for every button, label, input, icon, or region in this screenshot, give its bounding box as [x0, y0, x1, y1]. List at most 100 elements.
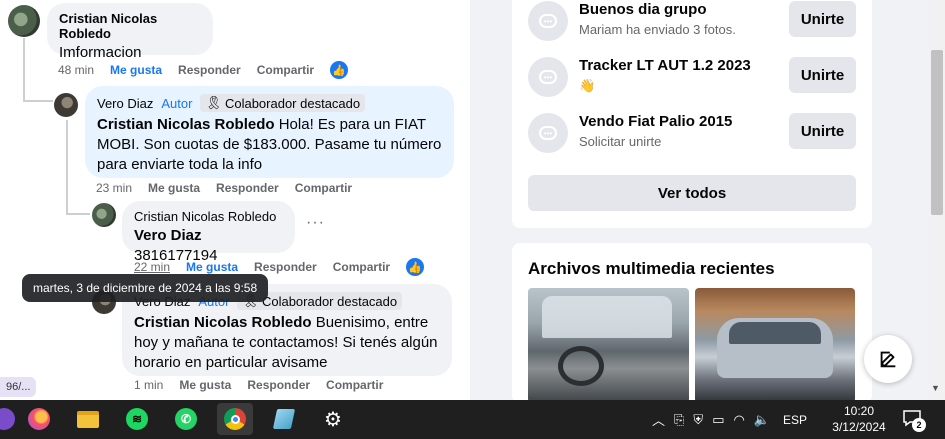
- group-item[interactable]: ••• Buenos dia grupo Mariam ha enviado 3…: [528, 1, 858, 41]
- battery-icon[interactable]: ▭: [712, 412, 724, 428]
- share-button[interactable]: Compartir: [326, 378, 383, 392]
- taskbar-chrome[interactable]: [217, 403, 253, 435]
- group-icon: •••: [528, 113, 568, 153]
- comment-header: Vero Diaz Autor 🎗 Colaborador destacado: [97, 94, 442, 112]
- comment-author[interactable]: Cristian Nicolas Robledo: [59, 11, 201, 41]
- top-contributor-label: Colaborador destacado: [261, 293, 398, 309]
- group-subtitle: Mariam ha enviado 3 fotos.: [579, 22, 736, 37]
- reply-button[interactable]: Responder: [216, 181, 279, 195]
- steering-wheel-shape: [558, 346, 604, 386]
- thread-line: [23, 38, 25, 102]
- avatar[interactable]: [8, 5, 40, 37]
- group-subtitle: 👋: [579, 78, 596, 93]
- folder-icon: [77, 410, 99, 428]
- windshield-shape: [542, 296, 672, 338]
- comment-time[interactable]: 48 min: [58, 63, 94, 77]
- award-icon: 🎗: [205, 95, 222, 110]
- comment-bubble: Cristian Nicolas Robledo Imformacion: [47, 3, 213, 61]
- clock-date: 3/12/2024: [832, 420, 886, 434]
- reply-button[interactable]: Responder: [247, 378, 310, 392]
- clock[interactable]: 10:20 3/12/2024: [826, 403, 892, 435]
- like-button[interactable]: Me gusta: [179, 378, 231, 392]
- comment-text: Imformacion: [59, 44, 142, 61]
- firefox-icon: [28, 408, 50, 430]
- recent-media-title: Archivos multimedia recientes: [528, 259, 775, 278]
- share-button[interactable]: Compartir: [295, 181, 352, 195]
- gear-icon: ⚙: [324, 408, 342, 431]
- comment-actions: 1 min Me gusta Responder Compartir: [134, 378, 383, 392]
- taskbar-notes[interactable]: [266, 403, 302, 435]
- group-item[interactable]: ••• Tracker LT AUT 1.2 2023 👋 Unirte: [528, 57, 858, 97]
- comment-bubble: Vero Diaz Autor 🎗 Colaborador destacado …: [85, 86, 454, 178]
- reply-button[interactable]: Responder: [178, 63, 241, 77]
- language-indicator[interactable]: ESP: [783, 413, 807, 427]
- avatar[interactable]: [54, 93, 78, 117]
- meet-now-icon[interactable]: ⎘: [674, 412, 684, 428]
- comment-text: Cristian Nicolas Robledo Buenisimo, entr…: [134, 313, 440, 373]
- comment-time[interactable]: 22 min: [134, 260, 170, 274]
- see-all-button[interactable]: Ver todos: [528, 175, 856, 211]
- mention-link[interactable]: Vero Diaz: [134, 227, 202, 244]
- comment-actions: 48 min Me gusta Responder Compartir 👍: [58, 61, 349, 79]
- comment-time[interactable]: 1 min: [134, 378, 163, 392]
- join-group-button[interactable]: Unirte: [789, 113, 856, 149]
- app-icon: [0, 408, 15, 430]
- taskbar-firefox[interactable]: [21, 403, 57, 435]
- taskbar-whatsapp[interactable]: ✆: [168, 403, 204, 435]
- top-contributor-label: Colaborador destacado: [224, 95, 361, 111]
- comment-bubble: Cristian Nicolas Robledo Vero Diaz 38161…: [122, 201, 295, 264]
- comment-text: Cristian Nicolas Robledo Hola! Es para u…: [97, 115, 442, 175]
- like-button[interactable]: Me gusta: [148, 181, 200, 195]
- compose-icon: [880, 351, 896, 368]
- group-name[interactable]: Buenos dia grupo: [579, 1, 707, 18]
- like-button[interactable]: Me gusta: [186, 260, 238, 274]
- notes-icon: [272, 409, 296, 429]
- spotify-icon: ≋: [126, 408, 148, 430]
- taskbar-settings[interactable]: ⚙: [315, 403, 351, 435]
- system-tray: ︿ ⎘ ⛨ ▭ ◠ 🔈 ESP: [652, 400, 807, 439]
- scrollbar-thumb[interactable]: [931, 50, 943, 215]
- join-group-button[interactable]: Unirte: [789, 57, 856, 93]
- reply-button[interactable]: Responder: [254, 260, 317, 274]
- share-button[interactable]: Compartir: [257, 63, 314, 77]
- chevron-up-icon[interactable]: ︿: [652, 410, 665, 429]
- like-button[interactable]: Me gusta: [110, 63, 162, 77]
- more-options-icon[interactable]: ···: [306, 214, 325, 232]
- author-badge: Autor: [161, 95, 193, 111]
- clock-time: 10:20: [843, 404, 875, 418]
- wifi-icon[interactable]: ◠: [733, 412, 744, 428]
- media-thumbnail[interactable]: [528, 288, 689, 403]
- comment-time[interactable]: 23 min: [96, 181, 132, 195]
- taskbar-app-partial[interactable]: [0, 403, 22, 435]
- top-contributor-badge: 🎗 Colaborador destacado: [200, 94, 366, 112]
- chrome-icon: [224, 408, 246, 430]
- group-subtitle: Solicitar unirte: [579, 134, 662, 149]
- like-reaction-icon[interactable]: 👍: [330, 61, 349, 79]
- security-icon[interactable]: ⛨: [693, 412, 703, 428]
- timestamp-tooltip: martes, 3 de diciembre de 2024 a las 9:5…: [22, 274, 269, 302]
- group-name[interactable]: Vendo Fiat Palio 2015: [579, 113, 732, 130]
- comment-author[interactable]: Vero Diaz: [97, 96, 153, 111]
- mention-link[interactable]: Cristian Nicolas Robledo: [134, 314, 312, 331]
- whatsapp-icon: ✆: [175, 408, 197, 430]
- thread-line: [66, 213, 90, 215]
- thread-line: [66, 120, 68, 215]
- comment-author[interactable]: Cristian Nicolas Robledo: [134, 209, 283, 224]
- new-message-button[interactable]: [864, 335, 912, 383]
- group-item[interactable]: ••• Vendo Fiat Palio 2015 Solicitar unir…: [528, 113, 858, 153]
- mention-link[interactable]: Cristian Nicolas Robledo: [97, 116, 275, 133]
- share-button[interactable]: Compartir: [333, 260, 390, 274]
- like-reaction-icon[interactable]: 👍: [406, 258, 425, 276]
- group-name[interactable]: Tracker LT AUT 1.2 2023: [579, 57, 751, 74]
- edge-chip[interactable]: 96/...: [0, 377, 37, 397]
- thread-line: [23, 100, 53, 102]
- group-icon: •••: [528, 57, 568, 97]
- volume-icon[interactable]: 🔈: [754, 412, 770, 428]
- taskbar-file-explorer[interactable]: [70, 403, 106, 435]
- group-icon: •••: [528, 1, 568, 41]
- media-thumbnail[interactable]: [695, 288, 855, 403]
- taskbar-spotify[interactable]: ≋: [119, 403, 155, 435]
- scroll-down-icon[interactable]: ▼: [931, 383, 940, 393]
- avatar[interactable]: [92, 203, 116, 227]
- join-group-button[interactable]: Unirte: [789, 1, 856, 37]
